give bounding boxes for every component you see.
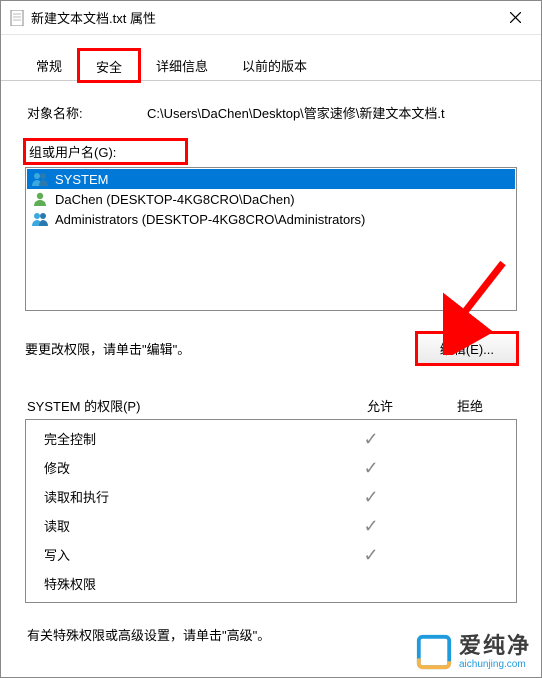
watermark-main: 爱纯净 <box>459 634 531 658</box>
tab-details[interactable]: 详细信息 <box>139 49 225 80</box>
list-item-label: Administrators (DESKTOP-4KG8CRO\Administ… <box>55 212 365 227</box>
groups-label: 组或用户名(G): <box>25 140 186 163</box>
allow-check-icon: ✓ <box>326 548 416 562</box>
allow-check-icon: ✓ <box>326 519 416 533</box>
permission-name: 读取 <box>44 516 326 535</box>
permissions-table: 完全控制✓修改✓读取和执行✓读取✓写入✓特殊权限 <box>25 419 517 603</box>
close-icon <box>510 12 521 23</box>
user-icon <box>31 191 49 207</box>
watermark: 爱纯净 aichunjing.com <box>415 633 531 671</box>
tab-content: 对象名称: C:\Users\DaChen\Desktop\管家速修\新建文本文… <box>1 87 541 644</box>
permission-name: 读取和执行 <box>44 487 326 506</box>
tab-general[interactable]: 常规 <box>19 49 79 80</box>
permission-name: 完全控制 <box>44 429 326 448</box>
col-allow: 允许 <box>335 396 425 415</box>
edit-hint: 要更改权限，请单击"编辑"。 <box>25 339 190 358</box>
permissions-header: SYSTEM 的权限(P) 允许 拒绝 <box>25 372 517 419</box>
permission-name: 特殊权限 <box>44 574 326 593</box>
window-title: 新建文本文档.txt 属性 <box>31 8 493 27</box>
list-item[interactable]: DaChen (DESKTOP-4KG8CRO\DaChen) <box>27 189 515 209</box>
close-button[interactable] <box>493 3 537 33</box>
object-name-value: C:\Users\DaChen\Desktop\管家速修\新建文本文档.t <box>147 103 515 122</box>
col-deny: 拒绝 <box>425 396 515 415</box>
permission-row: 修改✓ <box>26 453 516 482</box>
tab-security[interactable]: 安全 <box>79 50 139 81</box>
document-icon <box>9 10 25 26</box>
list-item[interactable]: SYSTEM <box>27 169 515 189</box>
users-listbox[interactable]: SYSTEM DaChen (DESKTOP-4KG8CRO\DaChen) Adm… <box>25 167 517 311</box>
object-name-label: 对象名称: <box>27 103 147 122</box>
watermark-logo-icon <box>415 633 453 671</box>
watermark-sub: aichunjing.com <box>459 659 531 670</box>
permissions-title: SYSTEM 的权限(P) <box>27 396 335 415</box>
list-item-label: DaChen (DESKTOP-4KG8CRO\DaChen) <box>55 192 295 207</box>
permission-row: 完全控制✓ <box>26 424 516 453</box>
titlebar: 新建文本文档.txt 属性 <box>1 1 541 35</box>
allow-check-icon: ✓ <box>326 461 416 475</box>
groups-label-wrap: 组或用户名(G): <box>25 140 517 163</box>
edit-button[interactable]: 编辑(E)... <box>417 333 517 364</box>
permission-row: 读取✓ <box>26 511 516 540</box>
users-icon <box>31 171 49 187</box>
permission-row: 写入✓ <box>26 540 516 569</box>
users-icon <box>31 211 49 227</box>
object-name-row: 对象名称: C:\Users\DaChen\Desktop\管家速修\新建文本文… <box>25 97 517 140</box>
allow-check-icon: ✓ <box>326 490 416 504</box>
permission-name: 写入 <box>44 545 326 564</box>
tab-strip: 常规 安全 详细信息 以前的版本 <box>1 35 541 81</box>
list-item-label: SYSTEM <box>55 172 108 187</box>
permission-row: 读取和执行✓ <box>26 482 516 511</box>
tab-previous-versions[interactable]: 以前的版本 <box>225 49 324 80</box>
edit-row: 要更改权限，请单击"编辑"。 编辑(E)... <box>25 333 517 364</box>
permission-name: 修改 <box>44 458 326 477</box>
allow-check-icon: ✓ <box>326 432 416 446</box>
permission-row: 特殊权限 <box>26 569 516 598</box>
list-item[interactable]: Administrators (DESKTOP-4KG8CRO\Administ… <box>27 209 515 229</box>
